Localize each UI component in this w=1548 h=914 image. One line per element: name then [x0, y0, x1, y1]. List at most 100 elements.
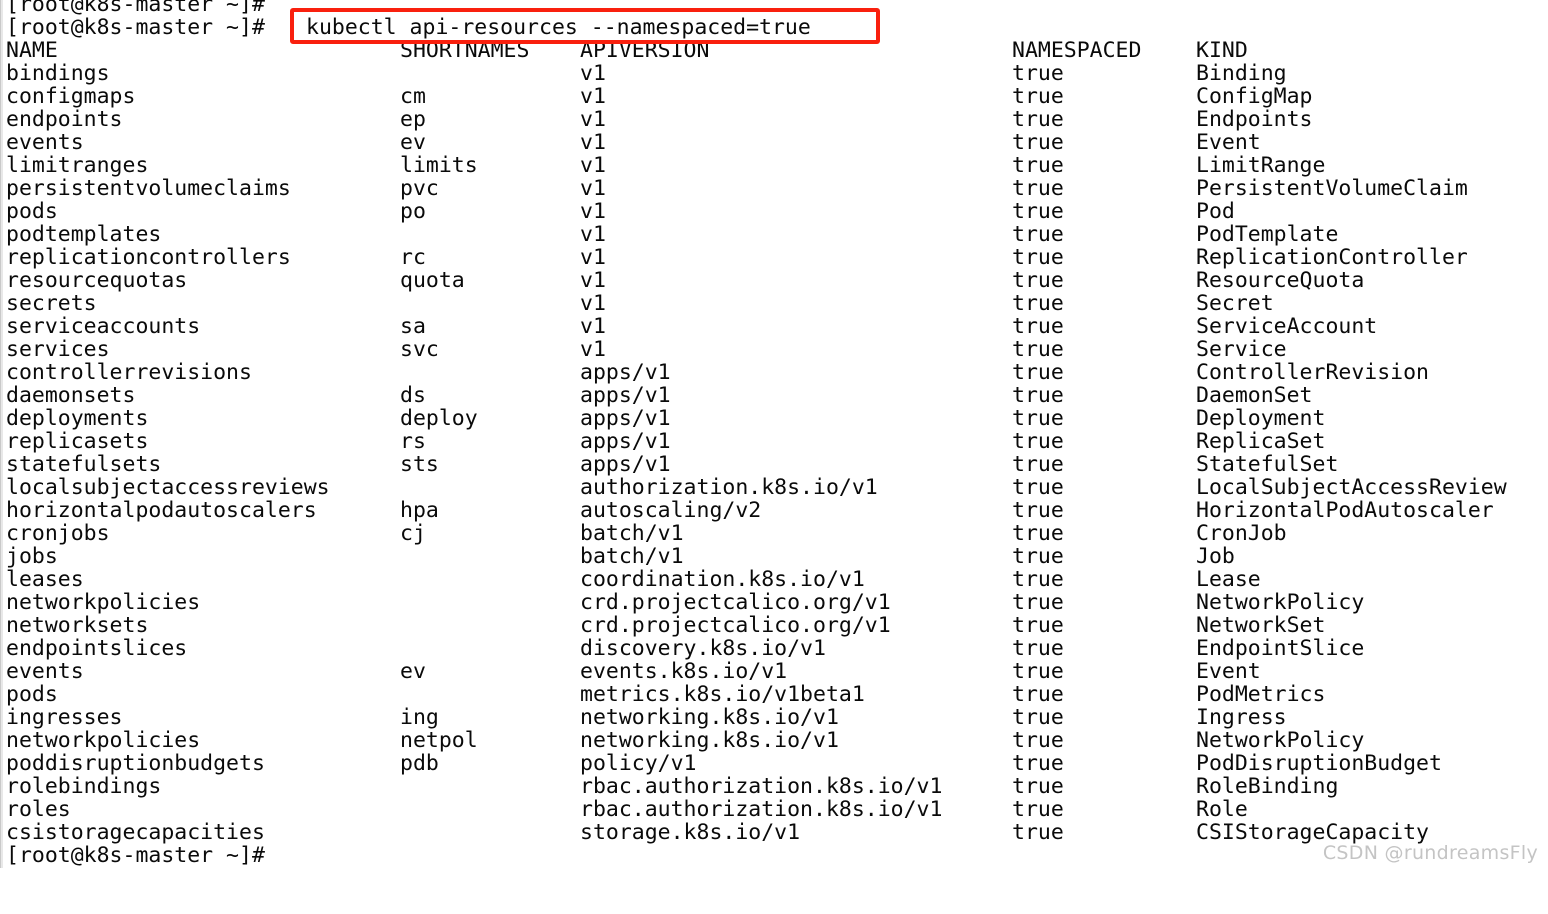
cell-namespaced: true — [1012, 774, 1064, 799]
cell-name: replicationcontrollers — [6, 245, 291, 270]
table-row: events ev events.k8s.io/v1 true Event — [6, 660, 1548, 683]
cell-name: events — [6, 130, 84, 155]
table-row: ingresses ing networking.k8s.io/v1 true Ingr… — [6, 706, 1548, 729]
cell-namespaced: true — [1012, 475, 1064, 500]
cell-apiversion: v1 — [580, 84, 606, 109]
cell-kind: PodMetrics — [1196, 682, 1326, 707]
cell-shortnames: limits — [400, 153, 478, 178]
cell-apiversion: autoscaling/v2 — [580, 498, 762, 523]
cell-namespaced: true — [1012, 222, 1064, 247]
cell-kind: ReplicationController — [1196, 245, 1468, 270]
cell-shortnames: ds — [400, 383, 426, 408]
cell-name: services — [6, 337, 110, 362]
cell-kind: ResourceQuota — [1196, 268, 1365, 293]
cell-apiversion: v1 — [580, 61, 606, 86]
table-row: serviceaccounts sa v1 true ServiceAccount — [6, 315, 1548, 338]
cell-kind: ControllerRevision — [1196, 360, 1429, 385]
cell-shortnames: rc — [400, 245, 426, 270]
cell-namespaced: true — [1012, 728, 1064, 753]
cell-namespaced: true — [1012, 61, 1064, 86]
cell-kind: Endpoints — [1196, 107, 1313, 132]
command-text[interactable]: kubectl api-resources --namespaced=true — [306, 16, 811, 39]
cell-kind: LocalSubjectAccessReview — [1196, 475, 1507, 500]
table-row: networkpolicies crd.projectcalico.org/v1 t… — [6, 591, 1548, 614]
cell-name: ingresses — [6, 705, 123, 730]
cell-name: daemonsets — [6, 383, 136, 408]
cell-apiversion: networking.k8s.io/v1 — [580, 728, 839, 753]
cell-namespaced: true — [1012, 797, 1064, 822]
shell-prompt: [root@k8s-master ~]# — [6, 843, 265, 868]
cell-apiversion: crd.projectcalico.org/v1 — [580, 590, 891, 615]
table-row: roles rbac.authorization.k8s.io/v1 true Rol… — [6, 798, 1548, 821]
cell-namespaced: true — [1012, 429, 1064, 454]
cell-kind: NetworkSet — [1196, 613, 1326, 638]
table-row: replicasets rs apps/v1 true ReplicaSet — [6, 430, 1548, 453]
cell-namespaced: true — [1012, 590, 1064, 615]
cell-kind: PodTemplate — [1196, 222, 1339, 247]
cell-name: serviceaccounts — [6, 314, 201, 339]
cell-shortnames: rs — [400, 429, 426, 454]
cell-apiversion: apps/v1 — [580, 383, 671, 408]
cell-apiversion: v1 — [580, 291, 606, 316]
cell-namespaced: true — [1012, 153, 1064, 178]
cell-name: podtemplates — [6, 222, 162, 247]
column-header-shortnames: SHORTNAMES — [400, 38, 530, 63]
cell-apiversion: v1 — [580, 245, 606, 270]
cell-name: horizontalpodautoscalers — [6, 498, 317, 523]
cell-shortnames: pvc — [400, 176, 439, 201]
cell-kind: Job — [1196, 544, 1235, 569]
cell-name: rolebindings — [6, 774, 162, 799]
cell-shortnames: ev — [400, 130, 426, 155]
cell-kind: ConfigMap — [1196, 84, 1313, 109]
terminal-window[interactable]: [root@k8s-master ~]# [root@k8s-master ~]… — [0, 0, 1548, 868]
cell-name: networkpolicies — [6, 590, 201, 615]
table-row: controllerrevisions apps/v1 true Controller… — [6, 361, 1548, 384]
cell-shortnames: ing — [400, 705, 439, 730]
cell-kind: RoleBinding — [1196, 774, 1339, 799]
cell-apiversion: v1 — [580, 337, 606, 362]
cell-shortnames: po — [400, 199, 426, 224]
column-header-kind: KIND — [1196, 38, 1248, 63]
cell-apiversion: v1 — [580, 314, 606, 339]
table-row: events ev v1 true Event — [6, 131, 1548, 154]
cell-name: poddisruptionbudgets — [6, 751, 265, 776]
table-row: podtemplates v1 true PodTemplate — [6, 223, 1548, 246]
cell-name: endpoints — [6, 107, 123, 132]
cell-apiversion: v1 — [580, 199, 606, 224]
cell-kind: DaemonSet — [1196, 383, 1313, 408]
cell-name: leases — [6, 567, 84, 592]
cell-apiversion: crd.projectcalico.org/v1 — [580, 613, 891, 638]
cell-kind: NetworkPolicy — [1196, 590, 1365, 615]
cell-shortnames: netpol — [400, 728, 478, 753]
table-row: resourcequotas quota v1 true ResourceQuota — [6, 269, 1548, 292]
table-row: statefulsets sts apps/v1 true StatefulSet — [6, 453, 1548, 476]
cell-kind: Ingress — [1196, 705, 1287, 730]
cell-apiversion: v1 — [580, 153, 606, 178]
column-header-name: NAME — [6, 38, 58, 63]
cell-name: resourcequotas — [6, 268, 188, 293]
terminal-screen: [root@k8s-master ~]# [root@k8s-master ~]… — [6, 0, 1548, 867]
cell-namespaced: true — [1012, 751, 1064, 776]
cell-apiversion: apps/v1 — [580, 429, 671, 454]
cell-apiversion: rbac.authorization.k8s.io/v1 — [580, 797, 943, 822]
cell-apiversion: v1 — [580, 130, 606, 155]
cell-shortnames: ev — [400, 659, 426, 684]
cell-apiversion: events.k8s.io/v1 — [580, 659, 788, 684]
cell-kind: Deployment — [1196, 406, 1326, 431]
table-row: csistoragecapacities storage.k8s.io/v1 tru… — [6, 821, 1548, 844]
cell-kind: StatefulSet — [1196, 452, 1339, 477]
cell-namespaced: true — [1012, 659, 1064, 684]
table-row: networkpolicies netpol networking.k8s.io/v… — [6, 729, 1548, 752]
prompt-line-top: [root@k8s-master ~]# — [6, 0, 1548, 16]
cell-name: networksets — [6, 613, 149, 638]
column-header-apiversion: APIVERSION — [580, 38, 710, 63]
cell-shortnames: quota — [400, 268, 465, 293]
cell-shortnames: ep — [400, 107, 426, 132]
table-row: endpointslices discovery.k8s.io/v1 true End… — [6, 637, 1548, 660]
table-row: endpoints ep v1 true Endpoints — [6, 108, 1548, 131]
cell-kind: Role — [1196, 797, 1248, 822]
cell-apiversion: apps/v1 — [580, 452, 671, 477]
cell-apiversion: discovery.k8s.io/v1 — [580, 636, 826, 661]
cell-name: persistentvolumeclaims — [6, 176, 291, 201]
cell-apiversion: v1 — [580, 176, 606, 201]
